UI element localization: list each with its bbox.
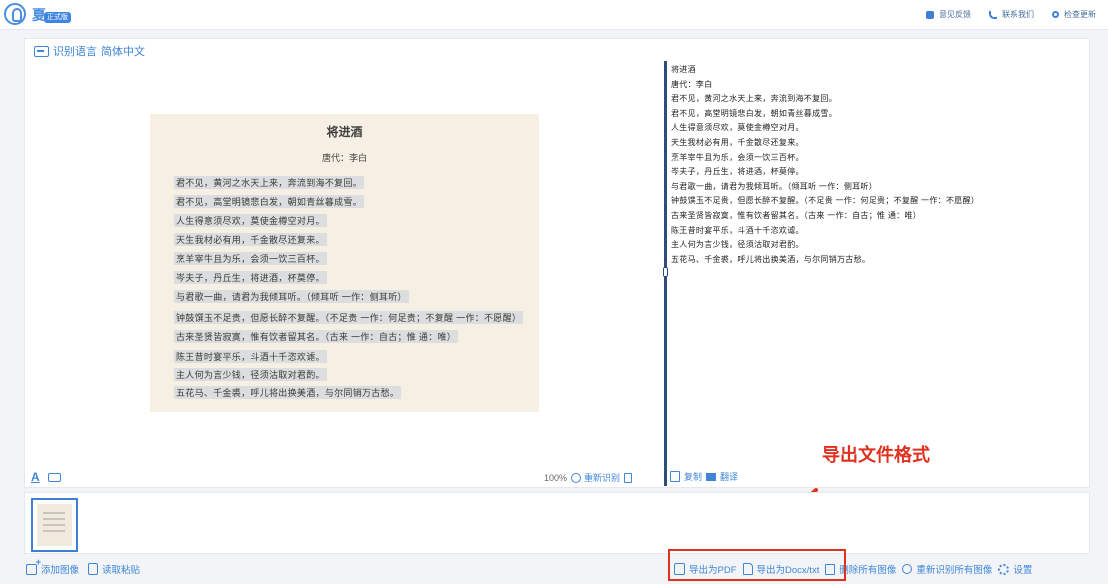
ocr-line: 与君歌一曲，请君为我倾耳听。（倾耳听 一作：侧耳听） bbox=[671, 181, 878, 191]
ocr-line: 唐代：李白 bbox=[671, 79, 713, 89]
translate-icon bbox=[706, 472, 717, 481]
chat-icon bbox=[926, 10, 934, 19]
document-line: 天生我材必有用，千金散尽还复来。 bbox=[174, 233, 327, 246]
document-line: 五花马、千金裘，呼儿将出换美酒，与尔同销万古愁。 bbox=[174, 386, 402, 399]
gear-icon bbox=[998, 563, 1010, 575]
document-author: 唐代：李白 bbox=[321, 153, 367, 163]
document-line: 陈王昔时宴平乐，斗酒十千恣欢谑。 bbox=[174, 350, 327, 363]
ocr-line: 岑夫子，丹丘生，将进酒，杯莫停。 bbox=[671, 167, 804, 177]
footer-left-actions: 添加图像 读取粘贴 bbox=[26, 557, 140, 576]
language-selector[interactable]: 识别语言 简体中文 bbox=[34, 43, 145, 59]
document-line: 钟鼓馔玉不足贵，但愿长醉不复醒。（不足贵 一作：何足贵；不复醒 一作：不愿醒） bbox=[174, 311, 524, 324]
settings-label: 设置 bbox=[1013, 565, 1033, 576]
update-label: 检查更新 bbox=[1064, 10, 1096, 19]
delete-all-label: 删除所有图像 bbox=[839, 565, 897, 576]
language-value: 简体中文 bbox=[101, 46, 145, 58]
rectangle-select-icon[interactable] bbox=[47, 472, 61, 482]
rerecognize-all-button[interactable]: 重新识别所有图像 bbox=[902, 562, 992, 576]
top-bar: 夏 正式版 意见反馈 联系我们 检查更新 bbox=[0, 0, 1108, 30]
source-document-image: 将进酒 唐代：李白 君不见，黄河之水天上来，奔流到海不复回。 君不见，高堂明镜悲… bbox=[150, 114, 539, 412]
translate-button[interactable]: 翻译 bbox=[720, 470, 738, 483]
trash-icon[interactable] bbox=[624, 472, 633, 483]
ocr-line: 君不见，高堂明镜悲白发，朝如青丝暮成雪。 bbox=[671, 108, 837, 118]
clipboard-icon bbox=[88, 563, 99, 575]
phone-icon bbox=[989, 10, 997, 19]
search-icon bbox=[1052, 11, 1059, 18]
ocr-line: 陈王昔时宴平乐，斗酒十千恣欢谑。 bbox=[671, 225, 804, 235]
recognize-toolbar: 100% 重新识别 bbox=[544, 471, 633, 484]
refresh-icon bbox=[902, 564, 913, 574]
feedback-label: 意见反馈 bbox=[939, 10, 971, 19]
recognize-button[interactable]: 重新识别 bbox=[571, 471, 620, 484]
annotation-label: 导出文件格式 bbox=[822, 445, 930, 465]
document-line: 君不见，高堂明镜悲白发，朝如青丝暮成雪。 bbox=[174, 195, 365, 208]
rerecognize-all-label: 重新识别所有图像 bbox=[916, 565, 993, 576]
contact-button[interactable]: 联系我们 bbox=[989, 9, 1034, 20]
language-icon bbox=[34, 45, 49, 57]
ocr-line: 人生得意须尽欢，莫使金樽空对月。 bbox=[671, 123, 804, 133]
ocr-line: 五花马、千金裘，呼儿将出换美酒，与尔同销万古愁。 bbox=[671, 254, 871, 264]
main-panel: 识别语言 简体中文 将进酒 唐代：李白 君不见，黄河之水天上来，奔流到海不复回。… bbox=[24, 38, 1090, 488]
add-image-button[interactable]: 添加图像 bbox=[26, 557, 80, 576]
ocr-line: 烹羊宰牛且为乐，会须一饮三百杯。 bbox=[671, 152, 804, 162]
zoom-level: 100% bbox=[544, 472, 568, 483]
export-highlight-box bbox=[668, 549, 846, 581]
ocr-line: 天生我材必有用，千金散尽还复来。 bbox=[671, 137, 804, 147]
document-line: 与君歌一曲，请君为我倾耳听。（倾耳听 一作：侧耳听） bbox=[174, 290, 409, 303]
document-line: 人生得意须尽欢，莫使金樽空对月。 bbox=[174, 214, 327, 227]
add-image-icon bbox=[26, 557, 41, 575]
feedback-button[interactable]: 意见反馈 bbox=[926, 9, 971, 20]
copy-button[interactable]: 复制 bbox=[684, 470, 702, 483]
image-toolbar: A bbox=[31, 470, 61, 484]
top-actions: 意见反馈 联系我们 检查更新 bbox=[926, 9, 1096, 20]
add-image-label: 添加图像 bbox=[41, 565, 80, 576]
ocr-line: 君不见，黄河之水天上来，奔流到海不复回。 bbox=[671, 94, 837, 104]
contact-label: 联系我们 bbox=[1002, 10, 1034, 19]
recognize-label: 重新识别 bbox=[584, 473, 621, 483]
thumbnail-image bbox=[37, 504, 72, 546]
document-line: 岑夫子，丹丘生，将进酒，杯莫停。 bbox=[174, 271, 327, 284]
text-toolbar: 复制 翻译 bbox=[670, 470, 738, 483]
document-line: 君不见，黄河之水天上来，奔流到海不复回。 bbox=[174, 176, 365, 189]
settings-button[interactable]: 设置 bbox=[998, 562, 1032, 576]
language-label: 识别语言 bbox=[53, 46, 97, 58]
document-title: 将进酒 bbox=[326, 125, 363, 139]
paste-button[interactable]: 读取粘贴 bbox=[88, 562, 140, 576]
split-handle[interactable] bbox=[663, 267, 668, 277]
document-line: 烹羊宰牛且为乐，会须一饮三百杯。 bbox=[174, 252, 327, 265]
version-badge: 正式版 bbox=[44, 12, 71, 23]
text-overlay-button[interactable]: A bbox=[31, 470, 40, 484]
thumbnail-item[interactable] bbox=[31, 498, 78, 552]
refresh-icon bbox=[571, 472, 582, 483]
paste-label: 读取粘贴 bbox=[102, 565, 141, 576]
copy-icon bbox=[670, 471, 680, 482]
ocr-line: 古来圣贤皆寂寞，惟有饮者留其名。（古来 一作：自古；惟 通：唯） bbox=[671, 210, 922, 220]
update-button[interactable]: 检查更新 bbox=[1052, 9, 1096, 20]
ocr-line: 钟鼓馔玉不足贵，但愿长醉不复醒。（不足贵 一作：何足贵；不复醒 一作：不愿醒） bbox=[671, 196, 980, 206]
document-line: 古来圣贤皆寂寞，惟有饮者留其名。（古来 一作：自古；惟 通：唯） bbox=[174, 330, 459, 343]
ocr-line: 主人何为言少钱，径须沽取对君酌。 bbox=[671, 240, 804, 250]
thumbnail-strip bbox=[24, 492, 1090, 554]
app-logo-icon bbox=[4, 3, 26, 25]
document-line: 主人何为言少钱，径须沽取对君酌。 bbox=[174, 368, 327, 381]
ocr-result-text[interactable]: 将进酒 唐代：李白 君不见，黄河之水天上来，奔流到海不复回。 君不见，高堂明镜悲… bbox=[671, 63, 1081, 267]
ocr-line: 将进酒 bbox=[671, 65, 696, 74]
